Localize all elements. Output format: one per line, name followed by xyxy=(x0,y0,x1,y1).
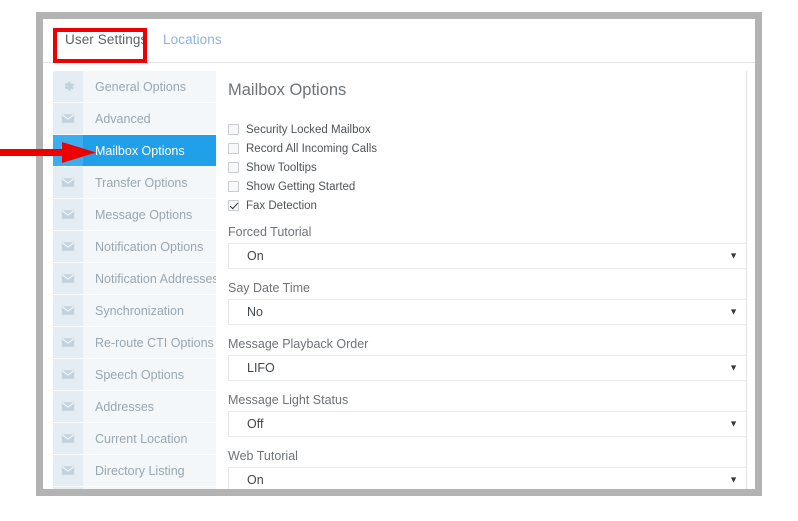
form-field: Web Tutorial On ▼ xyxy=(228,449,747,489)
chevron-down-icon[interactable]: ▼ xyxy=(729,475,738,485)
select-forced-tutorial[interactable]: On ▼ xyxy=(228,243,747,269)
envelope-icon xyxy=(53,103,83,134)
select-value: No xyxy=(247,305,263,319)
sidebar-item-current-location[interactable]: Current Location xyxy=(53,423,216,455)
envelope-icon xyxy=(53,391,83,422)
form-field: Forced Tutorial On ▼ xyxy=(228,225,747,269)
sidebar-item-label: Notification Options xyxy=(95,239,204,254)
sidebar-item-label: Re-route CTI Options xyxy=(95,335,214,350)
content-area: General Options Advanced Mailbox Options Tr… xyxy=(43,63,755,489)
sidebar-item-mailbox-options[interactable]: Mailbox Options xyxy=(53,135,216,167)
sidebar-item-label: General Options xyxy=(95,79,187,94)
checkbox-unchecked-icon[interactable] xyxy=(228,162,239,173)
envelope-icon xyxy=(53,263,83,294)
chevron-down-icon[interactable]: ▼ xyxy=(729,307,738,317)
checkbox-unchecked-icon[interactable] xyxy=(228,124,239,135)
select-value: LIFO xyxy=(247,361,275,375)
panel-right-divider xyxy=(746,71,747,489)
envelope-icon xyxy=(53,487,83,489)
checkbox-row[interactable]: Record All Incoming Calls xyxy=(228,141,747,156)
chevron-down-icon[interactable]: ▼ xyxy=(729,363,738,373)
sidebar-item-speech-options[interactable]: Speech Options xyxy=(53,359,216,391)
envelope-icon xyxy=(53,455,83,486)
sidebar-item-directory-listing[interactable]: Directory Listing xyxy=(53,455,216,487)
envelope-icon xyxy=(53,327,83,358)
checkbox-row[interactable]: Security Locked Mailbox xyxy=(228,122,747,137)
screenshot-root: User Settings Locations General Options A… xyxy=(0,0,798,521)
sidebar-item-notification-addresses[interactable]: Notification Addresses xyxy=(53,263,216,295)
sidebar-item-re-route-cti-options[interactable]: Re-route CTI Options xyxy=(53,327,216,359)
tab-bar: User Settings Locations xyxy=(43,19,755,63)
envelope-icon xyxy=(53,231,83,262)
checkbox-label: Record All Incoming Calls xyxy=(246,142,378,155)
field-label: Forced Tutorial xyxy=(228,225,312,239)
field-label: Say Date Time xyxy=(228,281,310,295)
sidebar-item-label: Synchronization xyxy=(95,303,184,318)
chevron-down-icon[interactable]: ▼ xyxy=(729,251,738,261)
sidebar-item-label: Addresses xyxy=(95,399,155,414)
checkbox-group: Security Locked Mailbox Record All Incomi… xyxy=(228,122,747,213)
tab-locations[interactable]: Locations xyxy=(163,32,222,47)
checkbox-unchecked-icon[interactable] xyxy=(228,143,239,154)
sidebar-item-label: Speech Options xyxy=(95,367,184,382)
page-title: Mailbox Options xyxy=(228,81,347,99)
settings-sidebar[interactable]: General Options Advanced Mailbox Options Tr… xyxy=(53,71,216,489)
select-value: Off xyxy=(247,417,264,431)
sidebar-item-label: Transfer Options xyxy=(95,175,188,190)
sidebar-item-notification-options[interactable]: Notification Options xyxy=(53,231,216,263)
sidebar-item-transfer-options[interactable]: Transfer Options xyxy=(53,167,216,199)
sidebar-item-label: Current Location xyxy=(95,431,188,446)
select-message-light-status[interactable]: Off ▼ xyxy=(228,411,747,437)
checkbox-row[interactable]: Fax Detection xyxy=(228,198,747,213)
field-label: Web Tutorial xyxy=(228,449,298,463)
sidebar-item-label: Advanced xyxy=(95,111,151,126)
select-web-tutorial[interactable]: On ▼ xyxy=(228,467,747,489)
gear-icon xyxy=(53,71,83,102)
checkbox-unchecked-icon[interactable] xyxy=(228,181,239,192)
checkbox-row[interactable]: Show Getting Started xyxy=(228,179,747,194)
envelope-icon xyxy=(53,135,83,166)
sidebar-item-label: Directory Listing xyxy=(95,463,185,478)
select-say-date-time[interactable]: No ▼ xyxy=(228,299,747,325)
envelope-icon xyxy=(53,359,83,390)
envelope-icon xyxy=(53,167,83,198)
select-value: On xyxy=(247,473,264,487)
checkbox-label: Show Getting Started xyxy=(246,180,356,193)
sidebar-item-label: Message Options xyxy=(95,207,193,222)
sidebar-item-general-options[interactable]: General Options xyxy=(53,71,216,103)
settings-main-panel: Mailbox Options Security Locked Mailbox R… xyxy=(228,71,747,489)
envelope-icon xyxy=(53,295,83,326)
chevron-down-icon[interactable]: ▼ xyxy=(729,419,738,429)
envelope-icon xyxy=(53,423,83,454)
sidebar-item-language-options[interactable]: Language Options xyxy=(53,487,216,489)
sidebar-item-message-options[interactable]: Message Options xyxy=(53,199,216,231)
checkbox-label: Show Tooltips xyxy=(246,161,317,174)
select-value: On xyxy=(247,249,264,263)
window-inner: User Settings Locations General Options A… xyxy=(43,19,755,489)
form-field: Message Playback Order LIFO ▼ xyxy=(228,337,747,381)
tab-user-settings[interactable]: User Settings xyxy=(65,32,147,47)
form-field: Message Light Status Off ▼ xyxy=(228,393,747,437)
envelope-icon xyxy=(53,199,83,230)
field-label: Message Light Status xyxy=(228,393,349,407)
select-message-playback-order[interactable]: LIFO ▼ xyxy=(228,355,747,381)
checkbox-label: Fax Detection xyxy=(246,199,317,212)
application-window: User Settings Locations General Options A… xyxy=(36,12,762,496)
sidebar-item-addresses[interactable]: Addresses xyxy=(53,391,216,423)
sidebar-item-label: Notification Addresses xyxy=(95,271,216,286)
sidebar-item-label: Mailbox Options xyxy=(95,143,185,158)
checkbox-label: Security Locked Mailbox xyxy=(246,123,371,136)
checkbox-checked-icon[interactable] xyxy=(228,200,239,211)
field-label: Message Playback Order xyxy=(228,337,369,351)
dropdown-field-group: Forced Tutorial On ▼ Say Date Time No ▼ Messag… xyxy=(228,225,747,489)
sidebar-item-synchronization[interactable]: Synchronization xyxy=(53,295,216,327)
checkbox-row[interactable]: Show Tooltips xyxy=(228,160,747,175)
form-field: Say Date Time No ▼ xyxy=(228,281,747,325)
sidebar-item-advanced[interactable]: Advanced xyxy=(53,103,216,135)
